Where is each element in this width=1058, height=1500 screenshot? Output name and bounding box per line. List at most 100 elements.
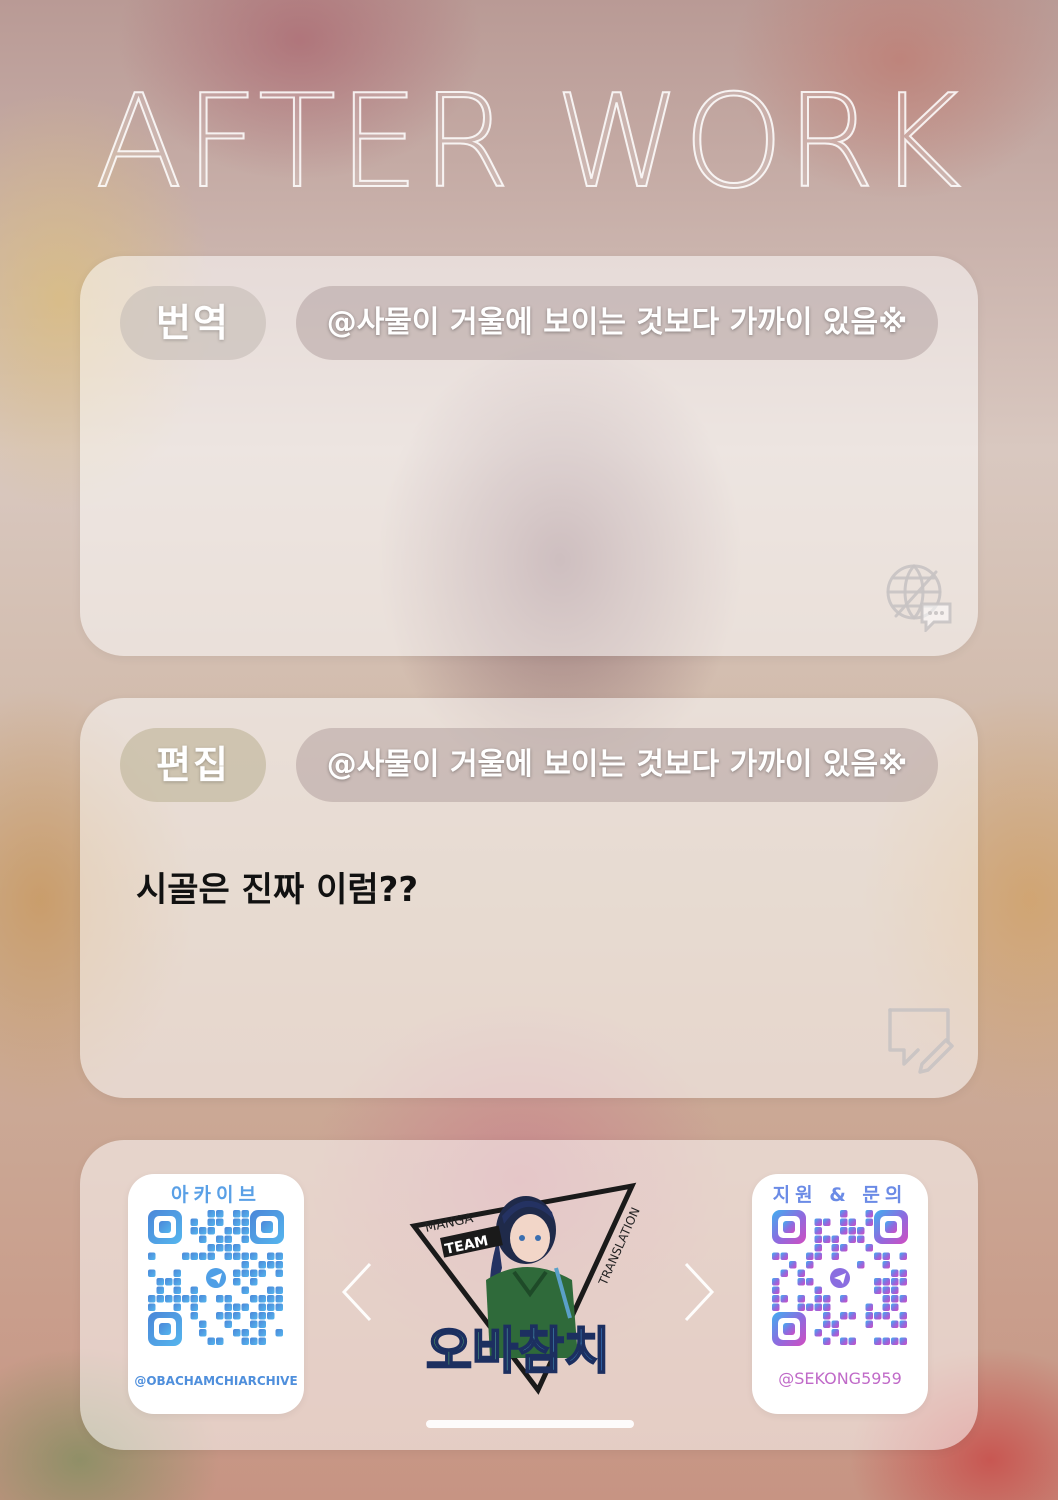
qr-module: [250, 1269, 258, 1277]
qr-module: [216, 1218, 224, 1226]
qr-module: [831, 1244, 839, 1252]
qr-module: [156, 1295, 164, 1303]
qr-module: [814, 1227, 822, 1235]
qr-module: [874, 1312, 882, 1320]
team-name: 오바참치: [426, 1322, 610, 1380]
qr-module: [241, 1329, 249, 1337]
qr-module: [224, 1312, 232, 1320]
qr-module: [250, 1252, 258, 1260]
qr-module: [216, 1295, 224, 1303]
qr-module: [190, 1303, 198, 1311]
qr-module: [173, 1286, 181, 1294]
qr-module: [772, 1295, 780, 1303]
qr-module: [258, 1295, 266, 1303]
qr-module: [780, 1252, 788, 1260]
qr-module: [831, 1320, 839, 1328]
qr-module: [899, 1278, 907, 1286]
qr-module: [823, 1337, 831, 1345]
qr-module: [797, 1303, 805, 1311]
qr-module: [882, 1303, 890, 1311]
qr-module: [173, 1295, 181, 1303]
qr-module: [216, 1244, 224, 1252]
chevron-left-icon[interactable]: [338, 1260, 378, 1324]
qr-module: [882, 1261, 890, 1269]
qr-module: [233, 1329, 241, 1337]
qr-module: [814, 1252, 822, 1260]
qr-module: [899, 1252, 907, 1260]
qr-module: [233, 1227, 241, 1235]
edit-role-label: 편집: [120, 728, 266, 802]
qr-module: [865, 1244, 873, 1252]
chevron-right-icon[interactable]: [678, 1260, 718, 1324]
qr-module: [258, 1261, 266, 1269]
qr-module: [267, 1286, 275, 1294]
qr-module: [891, 1320, 899, 1328]
qr-module: [780, 1269, 788, 1277]
qr-module: [250, 1320, 258, 1328]
qr-module: [233, 1252, 241, 1260]
qr-module: [823, 1320, 831, 1328]
qr-module: [267, 1303, 275, 1311]
qr-module: [865, 1320, 873, 1328]
qr-module: [173, 1278, 181, 1286]
qr-module: [899, 1320, 907, 1328]
qr-module: [190, 1286, 198, 1294]
qr-module: [857, 1261, 865, 1269]
qr-module: [814, 1286, 822, 1294]
qr-module: [165, 1278, 173, 1286]
qr-module: [258, 1312, 266, 1320]
qr-module: [216, 1210, 224, 1218]
qr-module: [814, 1303, 822, 1311]
qr-module: [797, 1295, 805, 1303]
qr-module: [216, 1235, 224, 1243]
qr-module: [831, 1252, 839, 1260]
qr-module: [848, 1235, 856, 1243]
qr-module: [233, 1278, 241, 1286]
qr-module: [882, 1337, 890, 1345]
qr-module: [207, 1227, 215, 1235]
qr-module: [848, 1337, 856, 1345]
archive-qr-code[interactable]: [148, 1210, 284, 1346]
qr-module: [823, 1295, 831, 1303]
qr-module: [823, 1218, 831, 1226]
qr-module: [267, 1261, 275, 1269]
qr-module: [814, 1329, 822, 1337]
qr-module: [224, 1244, 232, 1252]
team-logo: MANGA TEAM TRANSLATION 오바참치: [409, 1182, 643, 1395]
qr-module: [275, 1286, 283, 1294]
qr-module: [806, 1261, 814, 1269]
qr-module: [840, 1227, 848, 1235]
qr-module: [250, 1295, 258, 1303]
archive-qr-card[interactable]: 아카이브 @OBACHAMCHIARCHIVE: [128, 1174, 304, 1414]
qr-module: [797, 1278, 805, 1286]
qr-module: [156, 1286, 164, 1294]
qr-module: [233, 1303, 241, 1311]
qr-module: [156, 1278, 164, 1286]
qr-module: [241, 1261, 249, 1269]
qr-module: [267, 1252, 275, 1260]
translation-panel: 번역 @사물이 거울에 보이는 것보다 가까이 있음※: [80, 256, 978, 656]
contact-qr-card[interactable]: 지원 & 문의 @SEKONG5959: [752, 1174, 928, 1414]
qr-module: [891, 1303, 899, 1311]
qr-module: [891, 1295, 899, 1303]
qr-module: [216, 1312, 224, 1320]
qr-module: [831, 1329, 839, 1337]
qr-module: [190, 1312, 198, 1320]
qr-module: [865, 1218, 873, 1226]
qr-module: [258, 1269, 266, 1277]
qr-module: [275, 1329, 283, 1337]
qr-module: [840, 1210, 848, 1218]
qr-module: [899, 1312, 907, 1320]
qr-module: [173, 1269, 181, 1277]
archive-label: 아카이브: [171, 1184, 261, 1206]
qr-module: [848, 1227, 856, 1235]
qr-module: [814, 1235, 822, 1243]
qr-module: [797, 1269, 805, 1277]
qr-module: [789, 1261, 797, 1269]
qr-module: [882, 1312, 890, 1320]
contact-label: 지원 & 문의: [772, 1184, 908, 1206]
qr-module: [848, 1218, 856, 1226]
qr-module: [233, 1312, 241, 1320]
qr-module: [772, 1286, 780, 1294]
contact-qr-code[interactable]: [772, 1210, 908, 1346]
